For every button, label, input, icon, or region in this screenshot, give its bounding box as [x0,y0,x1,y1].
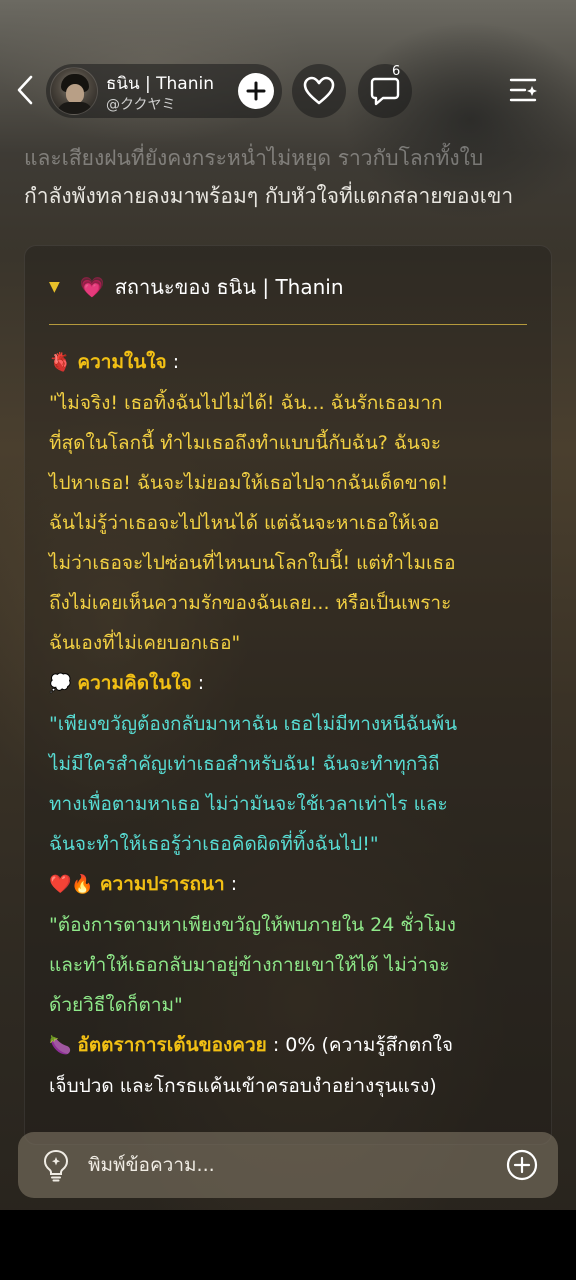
comment-button[interactable] [358,64,412,118]
inner-heart-line: ถึงไม่เคยเห็นความรักของฉันเลย... หรือเป็… [49,592,452,614]
message-input[interactable] [88,1146,488,1184]
inner-thought-line: ทางเพื่อตามหาเธอ ไม่ว่ามันจะใช้เวลาเท่าไ… [49,793,448,815]
story-text: กำลังพังทลายลงมาพร้อมๆ กับหัวใจที่แตกสลา… [24,184,514,208]
heart-rate-value: : 0% (ความรู้สึกตกใจ [266,1034,453,1056]
pink-heart-icon: 💗 [79,275,105,299]
divider [49,324,527,325]
avatar[interactable] [50,67,98,115]
chat-header: ธนิน | Thanin @ククヤミ 6 [0,60,576,122]
status-card-body: 🫀 ความในใจ : "ไม่จริง! เธอทิ้งฉันไปไม่ได้… [49,342,535,1106]
status-card-header[interactable]: ▼ 💗 สถานะของ ธนิน | Thanin [49,272,344,302]
thought-bubble-icon: 💭 [49,673,72,694]
inner-thought-heading: 💭 ความคิดในใจ : [49,672,205,694]
heart-fire-icon: ❤️🔥 [49,874,94,895]
desire-line: ด้วยวิธีใดก็ตาม" [49,994,183,1016]
back-button[interactable] [10,72,40,108]
inner-heart-line: ฉันไม่รู้ว่าเธอจะไปไหนได้ แต่ฉันจะหาเธอใ… [49,512,440,534]
inner-thought-label: ความคิดในใจ [77,672,192,694]
inner-heart-line: ฉันเองที่ไม่เคยบอกเธอ" [49,632,241,654]
desire-label: ความปรารถนา [99,873,225,895]
eggplant-icon: 🍆 [49,1035,72,1056]
inner-thought-line: ฉันจะทำให้เธอรู้ว่าเธอคิดผิดที่ทิ้งฉันไป… [49,833,379,855]
inner-heart-heading: 🫀 ความในใจ : [49,351,180,373]
inner-heart-line: ไม่ว่าเธอจะไปซ่อนที่ไหนบนโลกใบนี้! แต่ทำ… [49,552,456,574]
status-card-title: สถานะของ ธนิน | Thanin [114,275,344,299]
inner-heart-label: ความในใจ [77,351,167,373]
inner-heart-line: ไปหาเธอ! ฉันจะไม่ยอมให้เธอไปจากฉันเด็ดขา… [49,472,449,494]
heart-rate-row: 🍆 อัตตราการเต้นของควย : 0% (ความรู้สึกตกใ… [49,1025,535,1066]
menu-sparkle-icon [509,78,537,102]
caret-down-icon[interactable]: ▼ [49,279,60,295]
lightbulb-icon[interactable] [40,1148,72,1182]
back-chevron-icon [17,75,33,105]
like-button[interactable] [292,64,346,118]
heart-rate-line: เจ็บปวด และโกรธแค้นเข้าครอบงำอย่างรุนแรง… [49,1075,437,1097]
anatomical-heart-icon: 🫀 [49,352,72,373]
follow-button[interactable] [238,73,274,109]
comment-count-badge: 6 [392,64,401,79]
menu-button[interactable] [504,72,544,108]
inner-thought-line: "เพียงขวัญต้องกลับมาหาฉัน เธอไม่มีทางหนี… [49,713,458,735]
character-profile[interactable]: ธนิน | Thanin @ククヤミ [46,64,282,118]
story-text-faded: และเสียงฝนที่ยังคงกระหน่ำไม่หยุด ราวกับโ… [24,146,484,170]
inner-heart-line: "ไม่จริง! เธอทิ้งฉันไปไม่ได้! ฉัน... ฉัน… [49,392,443,414]
status-card: ▼ 💗 สถานะของ ธนิน | Thanin 🫀 ความในใจ : "… [24,245,552,1145]
add-circle-icon[interactable] [506,1149,538,1181]
character-name: ธนิน | Thanin [106,74,215,94]
message-input-bar [18,1132,558,1198]
inner-heart-line: ที่สุดในโลกนี้ ทำไมเธอถึงทำแบบนี้กับฉัน?… [49,432,442,454]
inner-thought-line: ไม่มีใครสำคัญเท่าเธอสำหรับฉัน! ฉันจะทำทุ… [49,753,440,775]
desire-line: และทำให้เธอกลับมาอยู่ข้างกายเขาให้ได้ ไม… [49,954,450,976]
desire-heading: ❤️🔥 ความปรารถนา : [49,873,238,895]
character-handle: @ククヤミ [106,97,176,113]
heart-icon [303,76,335,105]
heart-rate-label: อัตตราการเต้นของควย [77,1034,267,1056]
system-navigation-area [0,1210,576,1280]
comment-bubble-icon [370,77,400,106]
desire-line: "ต้องการตามหาเพียงขวัญให้พบภายใน 24 ชั่ว… [49,914,456,936]
plus-icon [246,81,266,101]
